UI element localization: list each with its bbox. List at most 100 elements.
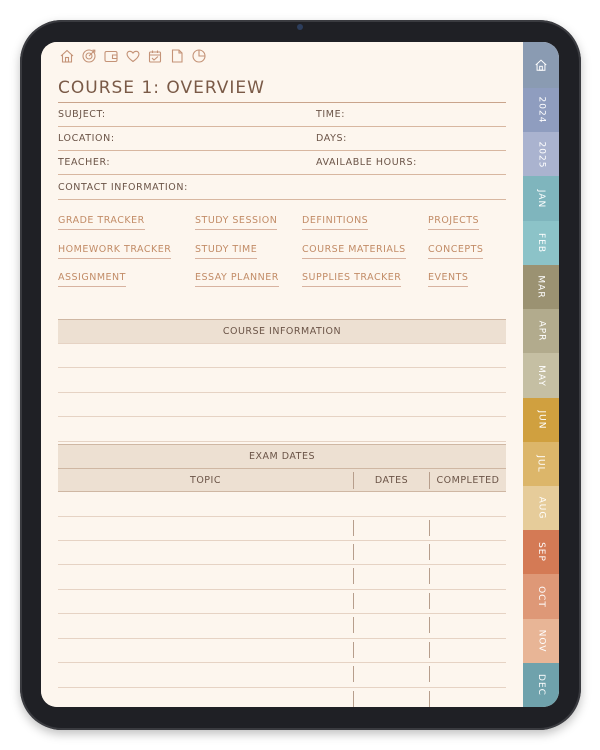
link-assignment[interactable]: ASSIGNMENT (58, 272, 126, 287)
tab-may[interactable]: MAY (523, 353, 559, 398)
tab-apr[interactable]: APR (523, 309, 559, 354)
note-line[interactable] (58, 343, 506, 344)
exam-row-line[interactable] (58, 638, 506, 639)
link-concepts[interactable]: CONCEPTS (428, 244, 484, 259)
tab-oct[interactable]: OCT (523, 574, 559, 620)
link-study-session[interactable]: STUDY SESSION (195, 215, 278, 230)
tab-jan[interactable]: JAN (523, 176, 559, 222)
column-divider (429, 691, 430, 707)
exam-row-line[interactable] (58, 662, 506, 663)
column-dates: DATES (374, 474, 409, 486)
available-hours-label: AVAILABLE HOURS: (316, 157, 417, 168)
tab-jul[interactable]: JUL (523, 441, 559, 487)
screen: COURSE 1: OVERVIEW SUBJECT: TIME: LOCATI… (41, 42, 559, 707)
camera-dot (297, 24, 303, 30)
link-events[interactable]: EVENTS (428, 272, 469, 287)
column-topic: TOPIC (190, 474, 221, 486)
exam-row-line[interactable] (58, 589, 506, 590)
field-divider (58, 199, 506, 200)
tab-jun[interactable]: JUN (523, 397, 559, 443)
tab-home[interactable] (523, 42, 559, 88)
link-homework-tracker[interactable]: HOMEWORK TRACKER (58, 244, 172, 259)
column-divider (429, 520, 430, 536)
column-completed: COMPLETED (436, 474, 500, 486)
tab-sep[interactable]: SEP (523, 530, 559, 575)
note-line[interactable] (58, 416, 506, 417)
exam-row-line[interactable] (58, 516, 506, 517)
column-divider (353, 666, 354, 682)
field-divider (58, 150, 506, 151)
tab-dec[interactable]: DEC (523, 662, 559, 707)
calendar-icon[interactable] (147, 48, 163, 64)
contact-information-label: CONTACT INFORMATION: (58, 182, 188, 193)
link-essay-planner[interactable]: ESSAY PLANNER (195, 272, 279, 287)
column-divider (353, 568, 354, 584)
title-divider (58, 102, 506, 103)
note-icon[interactable] (169, 48, 185, 64)
link-study-time[interactable]: STUDY TIME (195, 244, 258, 259)
column-divider (353, 472, 354, 489)
course-information-header: COURSE INFORMATION (58, 319, 506, 343)
exam-row-line[interactable] (58, 564, 506, 565)
month-tabs: 2024 2025 JAN FEB MAR APR MAY JUN JUL AUG SEP OCT NO… (523, 42, 559, 707)
pie-chart-icon[interactable] (191, 48, 207, 64)
tab-nov[interactable]: NOV (523, 618, 559, 664)
exam-dates-header: EXAM DATES (58, 444, 506, 468)
time-label: TIME: (316, 109, 346, 120)
tab-mar[interactable]: MAR (523, 264, 559, 310)
column-divider (429, 617, 430, 633)
planner-page: COURSE 1: OVERVIEW SUBJECT: TIME: LOCATI… (41, 42, 523, 707)
column-divider (429, 568, 430, 584)
teacher-label: TEACHER: (58, 157, 111, 168)
tab-label: SEP (535, 542, 546, 563)
column-divider (429, 472, 430, 489)
link-supplies-tracker[interactable]: SUPPLIES TRACKER (302, 272, 402, 287)
target-icon[interactable] (81, 48, 97, 64)
tab-label: 2024 (536, 96, 546, 124)
tab-label: AUG (536, 496, 546, 520)
column-divider (353, 544, 354, 560)
days-label: DAYS: (316, 133, 347, 144)
page-title: COURSE 1: OVERVIEW (58, 78, 265, 98)
tab-2024[interactable]: 2024 (523, 88, 559, 133)
field-divider (58, 174, 506, 175)
location-label: LOCATION: (58, 133, 115, 144)
note-line[interactable] (58, 367, 506, 368)
heart-icon[interactable] (125, 48, 141, 64)
field-divider (58, 126, 506, 127)
tab-label: FEB (535, 232, 546, 254)
exam-row-line[interactable] (58, 613, 506, 614)
column-divider (429, 666, 430, 682)
tab-label: 2025 (536, 141, 546, 168)
column-divider (353, 642, 354, 658)
tab-label: APR (536, 320, 546, 342)
tablet-frame: COURSE 1: OVERVIEW SUBJECT: TIME: LOCATI… (20, 20, 581, 730)
tab-feb[interactable]: FEB (523, 220, 559, 266)
tab-aug[interactable]: AUG (523, 485, 559, 531)
subject-label: SUBJECT: (58, 109, 106, 120)
exam-row-line[interactable] (58, 687, 506, 688)
link-course-materials[interactable]: COURSE MATERIALS (302, 244, 406, 259)
column-divider (429, 593, 430, 609)
tab-label: MAY (535, 364, 546, 387)
link-grade-tracker[interactable]: GRADE TRACKER (58, 215, 145, 230)
link-definitions[interactable]: DEFINITIONS (302, 215, 369, 230)
tab-label: OCT (536, 585, 546, 608)
column-divider (429, 544, 430, 560)
tab-label: NOV (535, 629, 546, 653)
exam-table-header: TOPIC DATES COMPLETED (58, 468, 506, 492)
wallet-icon[interactable] (103, 48, 119, 64)
column-divider (353, 691, 354, 707)
home-icon (535, 59, 547, 71)
column-divider (353, 593, 354, 609)
tab-2025[interactable]: 2025 (523, 132, 559, 177)
tab-label: JAN (535, 189, 546, 208)
exam-row-line[interactable] (58, 540, 506, 541)
tab-label: JUL (535, 455, 546, 473)
note-line[interactable] (58, 441, 506, 442)
note-line[interactable] (58, 392, 506, 393)
link-projects[interactable]: PROJECTS (428, 215, 480, 230)
tab-label: DEC (536, 674, 546, 697)
home-icon[interactable] (59, 48, 75, 64)
icon-toolbar (59, 48, 207, 64)
